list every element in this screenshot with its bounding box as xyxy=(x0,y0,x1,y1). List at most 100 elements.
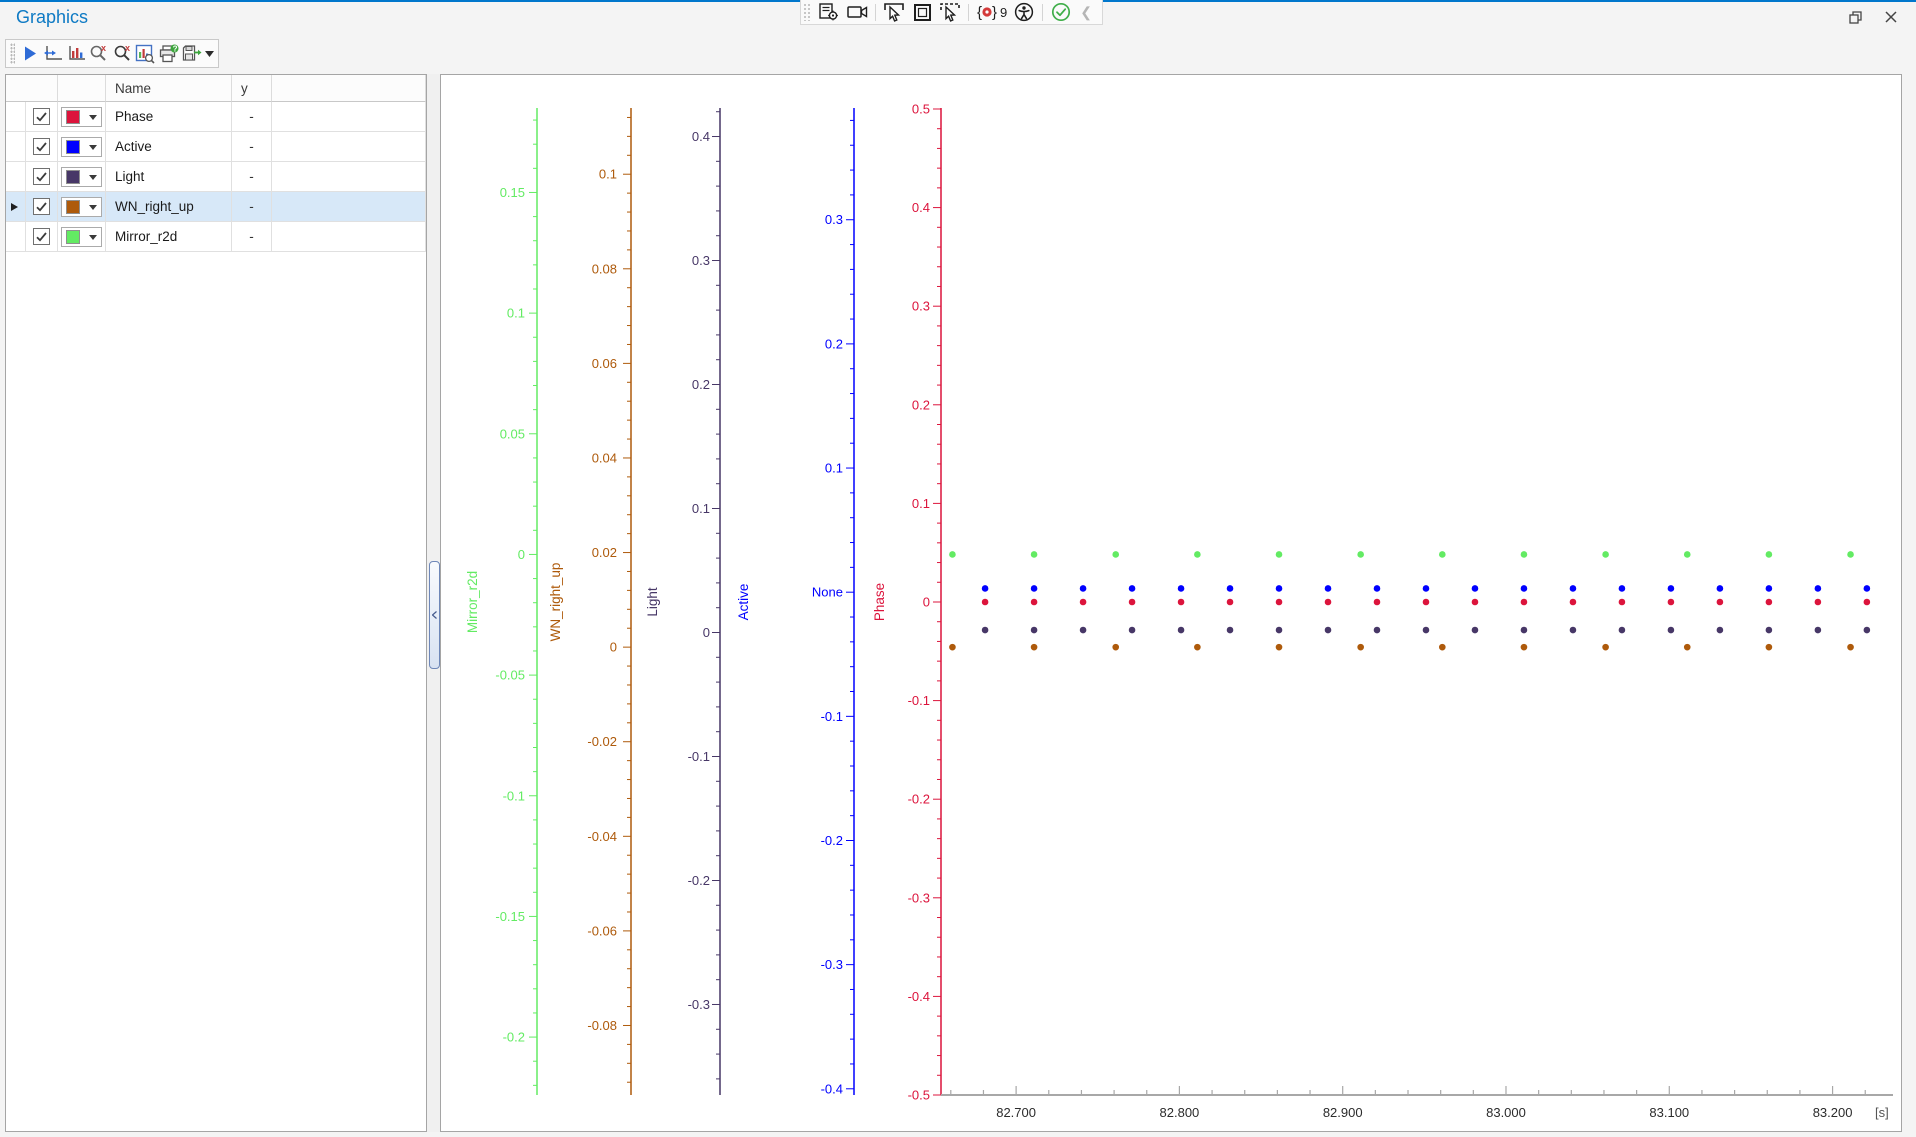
signal-row[interactable]: Phase- xyxy=(6,102,426,132)
header-color-col xyxy=(58,75,106,102)
chart-overview-icon[interactable] xyxy=(135,42,156,65)
signal-row[interactable]: Light- xyxy=(6,162,426,192)
y-tick-label: 0.5 xyxy=(912,101,930,116)
svg-text:}: } xyxy=(992,4,997,21)
signal-name[interactable]: Mirror_r2d xyxy=(106,222,232,252)
signal-row[interactable]: WN_right_up- xyxy=(6,192,426,222)
data-point-Light xyxy=(1276,627,1283,634)
visibility-checkbox[interactable] xyxy=(33,198,50,215)
close-window-button[interactable] xyxy=(1876,6,1906,28)
more-dropdown-icon[interactable] xyxy=(204,42,216,65)
color-dropdown[interactable] xyxy=(61,137,102,157)
header-marker-col xyxy=(6,75,26,102)
toolbar-grip[interactable] xyxy=(803,3,811,21)
restore-window-button[interactable] xyxy=(1840,6,1870,28)
camera-icon[interactable] xyxy=(844,2,870,23)
visibility-checkbox[interactable] xyxy=(33,138,50,155)
data-point-Phase xyxy=(1031,599,1038,606)
signal-y-value: - xyxy=(232,192,272,222)
signal-y-value: - xyxy=(232,222,272,252)
color-swatch xyxy=(66,200,80,214)
data-point-Light xyxy=(1129,627,1136,634)
fit-x-axis-icon[interactable] xyxy=(65,42,86,65)
signal-name[interactable]: Active xyxy=(106,132,232,162)
color-dropdown[interactable] xyxy=(61,227,102,247)
visibility-checkbox[interactable] xyxy=(33,168,50,185)
zoom-x-reset-icon[interactable]: x xyxy=(88,42,109,65)
y-tick-label: -0.3 xyxy=(688,997,710,1012)
header-y-col[interactable]: y xyxy=(232,75,272,102)
visibility-checkbox[interactable] xyxy=(33,228,50,245)
splitter-collapse-handle[interactable] xyxy=(429,561,440,669)
export-image-icon[interactable] xyxy=(181,42,202,65)
x-tick-label: 82.900 xyxy=(1323,1105,1363,1120)
target-list-icon[interactable] xyxy=(816,2,842,23)
status-ok-icon[interactable] xyxy=(1048,2,1074,23)
visibility-checkbox-cell xyxy=(26,222,58,252)
data-point-Mirror_r2d xyxy=(1521,551,1528,558)
row-marker-cell xyxy=(6,192,26,222)
x-tick-label: 82.800 xyxy=(1160,1105,1200,1120)
history-back-icon[interactable]: ❮ xyxy=(1076,4,1096,21)
data-point-Light xyxy=(1668,627,1675,634)
row-filler-cell xyxy=(272,132,426,162)
y-tick-label: 0.3 xyxy=(692,253,710,268)
check-icon xyxy=(36,142,47,152)
data-point-Light xyxy=(1325,627,1332,634)
signal-name[interactable]: Phase xyxy=(106,102,232,132)
signal-name[interactable]: Light xyxy=(106,162,232,192)
y-axis-title-light: Light xyxy=(645,587,660,617)
y-tick-label: -0.05 xyxy=(495,668,525,683)
check-icon xyxy=(36,172,47,182)
chevron-down-icon xyxy=(89,205,97,214)
data-point-Phase xyxy=(1374,599,1381,606)
color-picker-cell xyxy=(58,222,106,252)
y-tick-label: 0 xyxy=(518,547,525,562)
y-axis-title-mirror_r2d: Mirror_r2d xyxy=(465,571,480,633)
window-controls xyxy=(1840,6,1906,28)
signal-row[interactable]: Active- xyxy=(6,132,426,162)
color-swatch xyxy=(66,170,80,184)
header-name-col[interactable]: Name xyxy=(106,75,232,102)
y-tick-label: -0.4 xyxy=(821,1081,843,1096)
chart-plot-area[interactable]: -0.2-0.15-0.1-0.0500.050.10.15Mirror_r2d… xyxy=(441,75,1901,1131)
data-point-Light xyxy=(1815,627,1822,634)
svg-text:x: x xyxy=(101,44,106,53)
data-point-Active xyxy=(982,585,989,592)
pointer-region-icon[interactable] xyxy=(937,2,963,23)
header-extra-col xyxy=(272,75,426,102)
print-help-icon[interactable]: ? xyxy=(158,42,179,65)
data-point-WN_right_up xyxy=(1602,644,1609,651)
panel-splitter[interactable] xyxy=(427,74,440,1132)
data-point-Light xyxy=(1472,627,1479,634)
color-dropdown[interactable] xyxy=(61,167,102,187)
svg-text:{: { xyxy=(977,4,982,21)
data-point-Phase xyxy=(1668,599,1675,606)
color-dropdown[interactable] xyxy=(61,197,102,217)
chart-toolbar-grip[interactable] xyxy=(10,43,15,64)
signal-row[interactable]: Mirror_r2d- xyxy=(6,222,426,252)
color-dropdown[interactable] xyxy=(61,107,102,127)
y-tick-label: 0.4 xyxy=(912,200,930,215)
pan-x-axis-icon[interactable] xyxy=(42,42,63,65)
y-tick-label: 0 xyxy=(923,594,930,609)
data-point-WN_right_up xyxy=(1847,644,1854,651)
data-point-Active xyxy=(1325,585,1332,592)
visibility-checkbox-cell xyxy=(26,192,58,222)
data-point-WN_right_up xyxy=(1439,644,1446,651)
data-point-Mirror_r2d xyxy=(1439,551,1446,558)
signal-name[interactable]: WN_right_up xyxy=(106,192,232,222)
x-tick-label: 83.200 xyxy=(1813,1105,1853,1120)
play-button[interactable] xyxy=(19,42,40,65)
frame-select-icon[interactable] xyxy=(909,2,935,23)
selected-row-marker-icon xyxy=(11,203,18,211)
visibility-checkbox[interactable] xyxy=(33,108,50,125)
data-point-Active xyxy=(1080,585,1087,592)
visibility-checkbox-cell xyxy=(26,132,58,162)
accessibility-icon[interactable] xyxy=(1011,2,1037,23)
x-tick-label: 82.700 xyxy=(996,1105,1036,1120)
color-swatch xyxy=(66,110,80,124)
zoom-x-icon[interactable]: x xyxy=(112,42,133,65)
record-count-icon[interactable]: {} xyxy=(974,2,1000,23)
pointer-select-icon[interactable] xyxy=(881,2,907,23)
